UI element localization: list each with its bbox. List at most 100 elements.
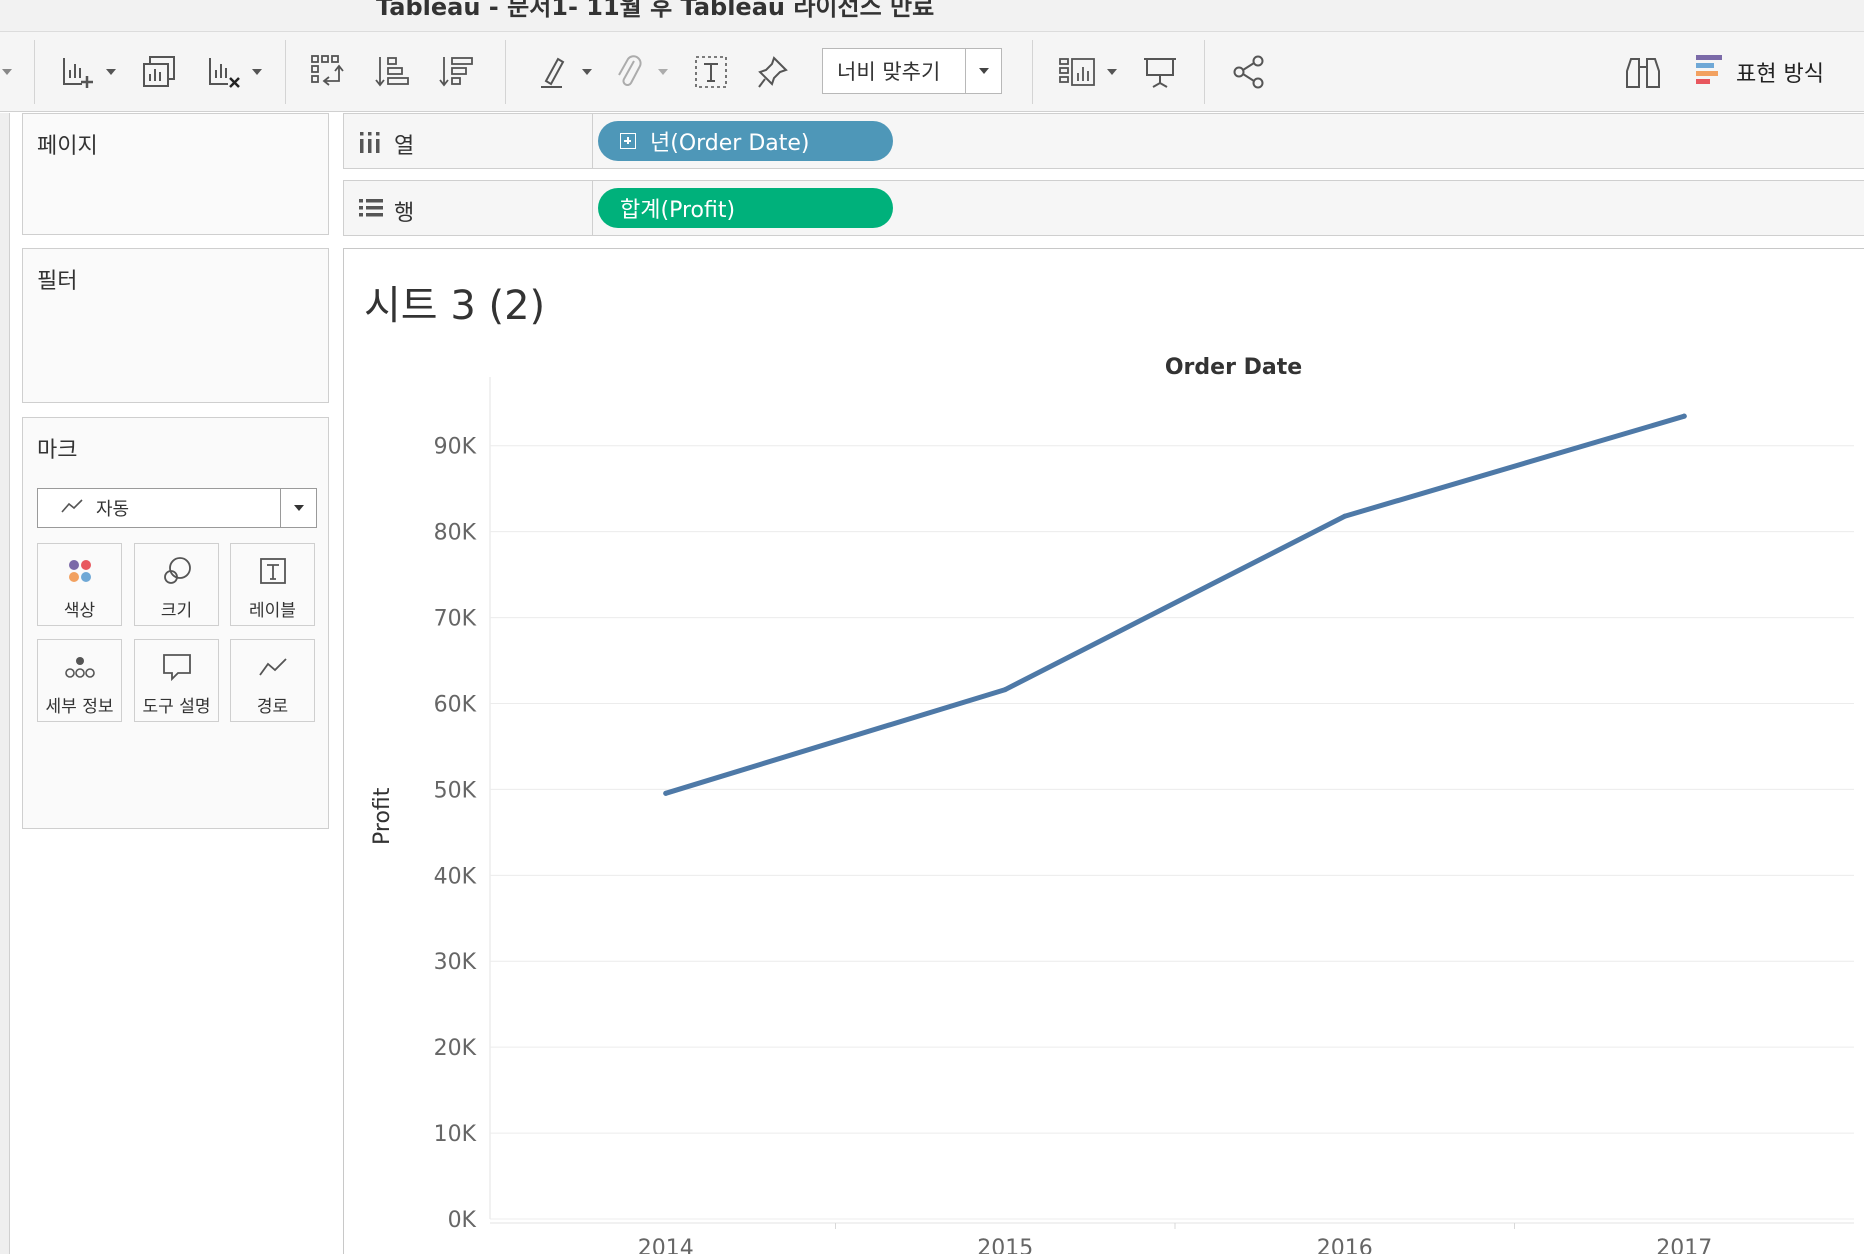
sum-profit-pill[interactable]: 합계(Profit): [598, 188, 893, 228]
sort-descending-button[interactable]: [434, 32, 478, 112]
group-button[interactable]: [610, 32, 672, 112]
show-labels-button[interactable]: [690, 32, 732, 112]
fit-width-label: 너비 맞추기: [837, 60, 941, 84]
rows-shelf-label: 행: [394, 201, 415, 226]
color-dot: [80, 572, 91, 582]
marks-tooltip-label: 도구 설명: [142, 697, 211, 717]
fit-width-dropdown[interactable]: 너비 맞추기: [822, 48, 1002, 94]
y-tick-label: 20K: [434, 1036, 477, 1061]
marks-label-button[interactable]: 레이블: [230, 543, 315, 626]
show-me-button[interactable]: 표현 방식: [1694, 52, 1824, 92]
y-tick-label: 40K: [434, 864, 477, 889]
show-me-icon: [1694, 53, 1724, 91]
color-dot: [68, 572, 79, 582]
pages-card[interactable]: 페이지: [22, 113, 329, 235]
binoculars-button[interactable]: [1622, 32, 1664, 112]
marks-tooltip-button[interactable]: 도구 설명: [134, 639, 219, 722]
detail-dots-icon: [64, 646, 96, 688]
profit-data-point: [1681, 413, 1687, 419]
swap-rows-columns-icon: [309, 53, 347, 91]
share-button[interactable]: [1226, 32, 1272, 112]
marks-path-label: 경로: [256, 697, 289, 717]
order-date-year-pill-label: 년(Order Date): [650, 131, 810, 156]
show-me-label: 표현 방식: [1736, 62, 1824, 87]
y-tick-label: 10K: [434, 1122, 477, 1147]
duplicate-sheet-button[interactable]: [136, 32, 182, 112]
y-tick-label: 50K: [434, 778, 477, 803]
label-text-icon: [258, 550, 288, 592]
y-axis-title[interactable]: Profit: [370, 788, 395, 845]
marks-path-button[interactable]: 경로: [230, 639, 315, 722]
toolbar: 너비 맞추기 표현 방식: [0, 32, 1864, 112]
marks-color-button[interactable]: 색상: [37, 543, 122, 626]
presentation-mode-button[interactable]: [1136, 32, 1184, 112]
binoculars-icon: [1624, 53, 1662, 91]
pin-axis-button[interactable]: [752, 32, 794, 112]
columns-shelf[interactable]: 열 년(Order Date): [343, 113, 1864, 169]
highlight-button[interactable]: [534, 32, 596, 112]
profit-data-point: [663, 790, 669, 796]
marks-card-title: 마크: [37, 438, 78, 463]
profit-data-point: [1342, 513, 1348, 519]
x-tick-label: 2015: [977, 1236, 1033, 1254]
pages-card-title: 페이지: [37, 134, 98, 159]
rows-shelf[interactable]: 행 합계(Profit): [343, 180, 1864, 236]
toolbar-overflow-arrow[interactable]: [0, 32, 14, 112]
mark-type-label: 자동: [96, 499, 130, 520]
marks-detail-label: 세부 정보: [45, 697, 114, 717]
y-tick-label: 30K: [434, 950, 477, 975]
x-tick-label: 2017: [1656, 1236, 1712, 1254]
y-axis-title-wrap: Profit: [370, 749, 400, 869]
presentation-mode-icon: [1141, 53, 1179, 91]
color-dot: [68, 560, 79, 570]
line-mark-icon: [60, 498, 84, 518]
filters-card[interactable]: 필터: [22, 248, 329, 403]
group-paperclip-icon: [614, 53, 644, 91]
sort-descending-icon: [437, 53, 475, 91]
new-worksheet-button[interactable]: [50, 32, 126, 112]
worksheet-view: 시트 3 (2) Order Date 0K 10K 20K 30K 40K 50K 60K…: [343, 248, 1864, 1254]
y-tick-label: 80K: [434, 521, 477, 546]
columns-icon: [358, 130, 382, 158]
show-labels-icon: [693, 54, 729, 90]
data-pane-collapsed[interactable]: [0, 113, 10, 1254]
expand-plus-icon[interactable]: [620, 133, 636, 149]
highlight-icon: [538, 53, 568, 91]
sort-ascending-button[interactable]: [370, 32, 414, 112]
swap-rows-columns-button[interactable]: [306, 32, 350, 112]
x-tick-label: 2016: [1317, 1236, 1373, 1254]
profit-series-line: [663, 413, 1687, 796]
marks-card: 마크 자동 색상 크기 레이블 세부 정보 도구 설명 경로: [22, 417, 329, 829]
chevron-down-icon: [280, 489, 316, 527]
marks-size-label: 크기: [160, 601, 193, 621]
sort-ascending-icon: [373, 53, 411, 91]
line-chart[interactable]: 0K 10K 20K 30K 40K 50K 60K 70K 80K 90K 2014 2015 201…: [344, 249, 1864, 1254]
clear-sheet-icon: [206, 54, 242, 90]
tooltip-bubble-icon: [161, 646, 193, 688]
rows-icon: [358, 197, 384, 223]
show-cards-button[interactable]: [1054, 32, 1120, 112]
path-line-icon: [257, 646, 289, 688]
order-date-year-pill[interactable]: 년(Order Date): [598, 121, 893, 161]
size-circles-icon: [161, 550, 193, 592]
new-worksheet-icon: [60, 54, 96, 90]
color-dot: [80, 560, 91, 570]
y-tick-label: 90K: [434, 435, 477, 460]
x-tick-label: 2014: [638, 1236, 694, 1254]
y-tick-label: 70K: [434, 607, 477, 632]
mark-type-dropdown[interactable]: 자동: [37, 488, 317, 528]
y-tick-label: 0K: [448, 1208, 477, 1233]
title-bar: Tableau - 문서1- 11월 후 Tableau 라이선스 만료: [0, 0, 1864, 32]
marks-detail-button[interactable]: 세부 정보: [37, 639, 122, 722]
color-dots-icon: [65, 550, 95, 592]
pin-icon: [756, 54, 790, 90]
show-cards-icon: [1057, 55, 1097, 89]
columns-shelf-label: 열: [394, 134, 415, 159]
sum-profit-pill-label: 합계(Profit): [620, 198, 736, 223]
share-icon: [1231, 54, 1267, 90]
clear-sheet-button[interactable]: [196, 32, 272, 112]
marks-color-label: 색상: [63, 601, 96, 621]
y-tick-label: 60K: [434, 692, 477, 717]
duplicate-sheet-icon: [140, 54, 178, 90]
marks-size-button[interactable]: 크기: [134, 543, 219, 626]
